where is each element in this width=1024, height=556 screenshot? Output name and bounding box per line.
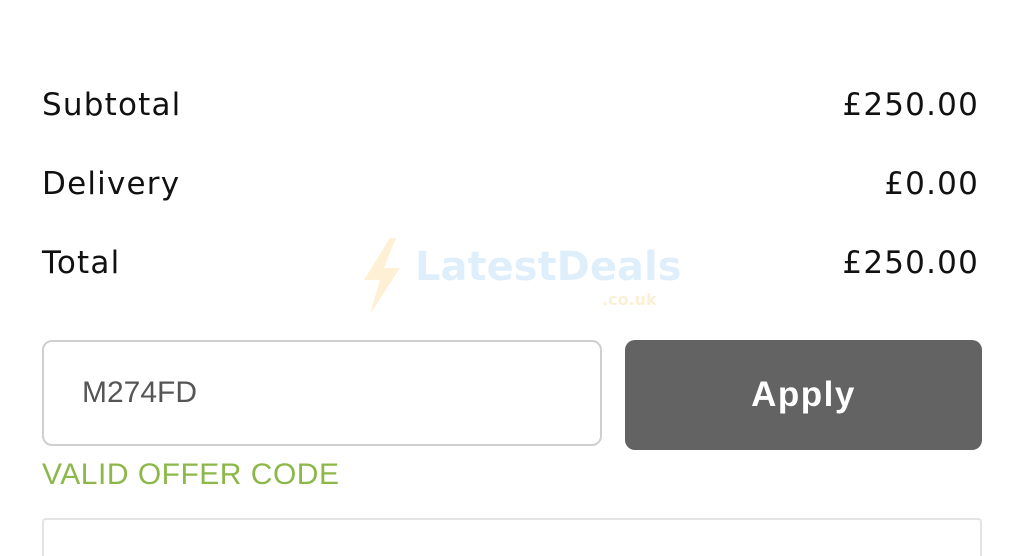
offer-code-status: VALID OFFER CODE: [42, 458, 340, 491]
offer-code-input[interactable]: [42, 340, 602, 446]
subtotal-label: Subtotal: [42, 87, 182, 123]
delivery-label: Delivery: [42, 166, 181, 202]
total-value: £250.00: [842, 245, 979, 281]
subtotal-value: £250.00: [842, 87, 979, 123]
watermark-domain: .co.uk: [602, 290, 657, 309]
subtotal-row: Subtotal £250.00: [42, 85, 979, 125]
watermark-logo: LatestDeals .co.uk: [360, 236, 682, 316]
lightning-bolt-icon: [364, 238, 400, 314]
watermark-brand: LatestDeals: [415, 244, 682, 290]
apply-button[interactable]: Apply: [625, 340, 982, 450]
next-section-box: [42, 518, 982, 556]
total-label: Total: [42, 245, 121, 281]
delivery-value: £0.00: [884, 166, 979, 202]
delivery-row: Delivery £0.00: [42, 164, 979, 204]
order-summary-page: Subtotal £250.00 Delivery £0.00 Total £2…: [0, 0, 1024, 556]
